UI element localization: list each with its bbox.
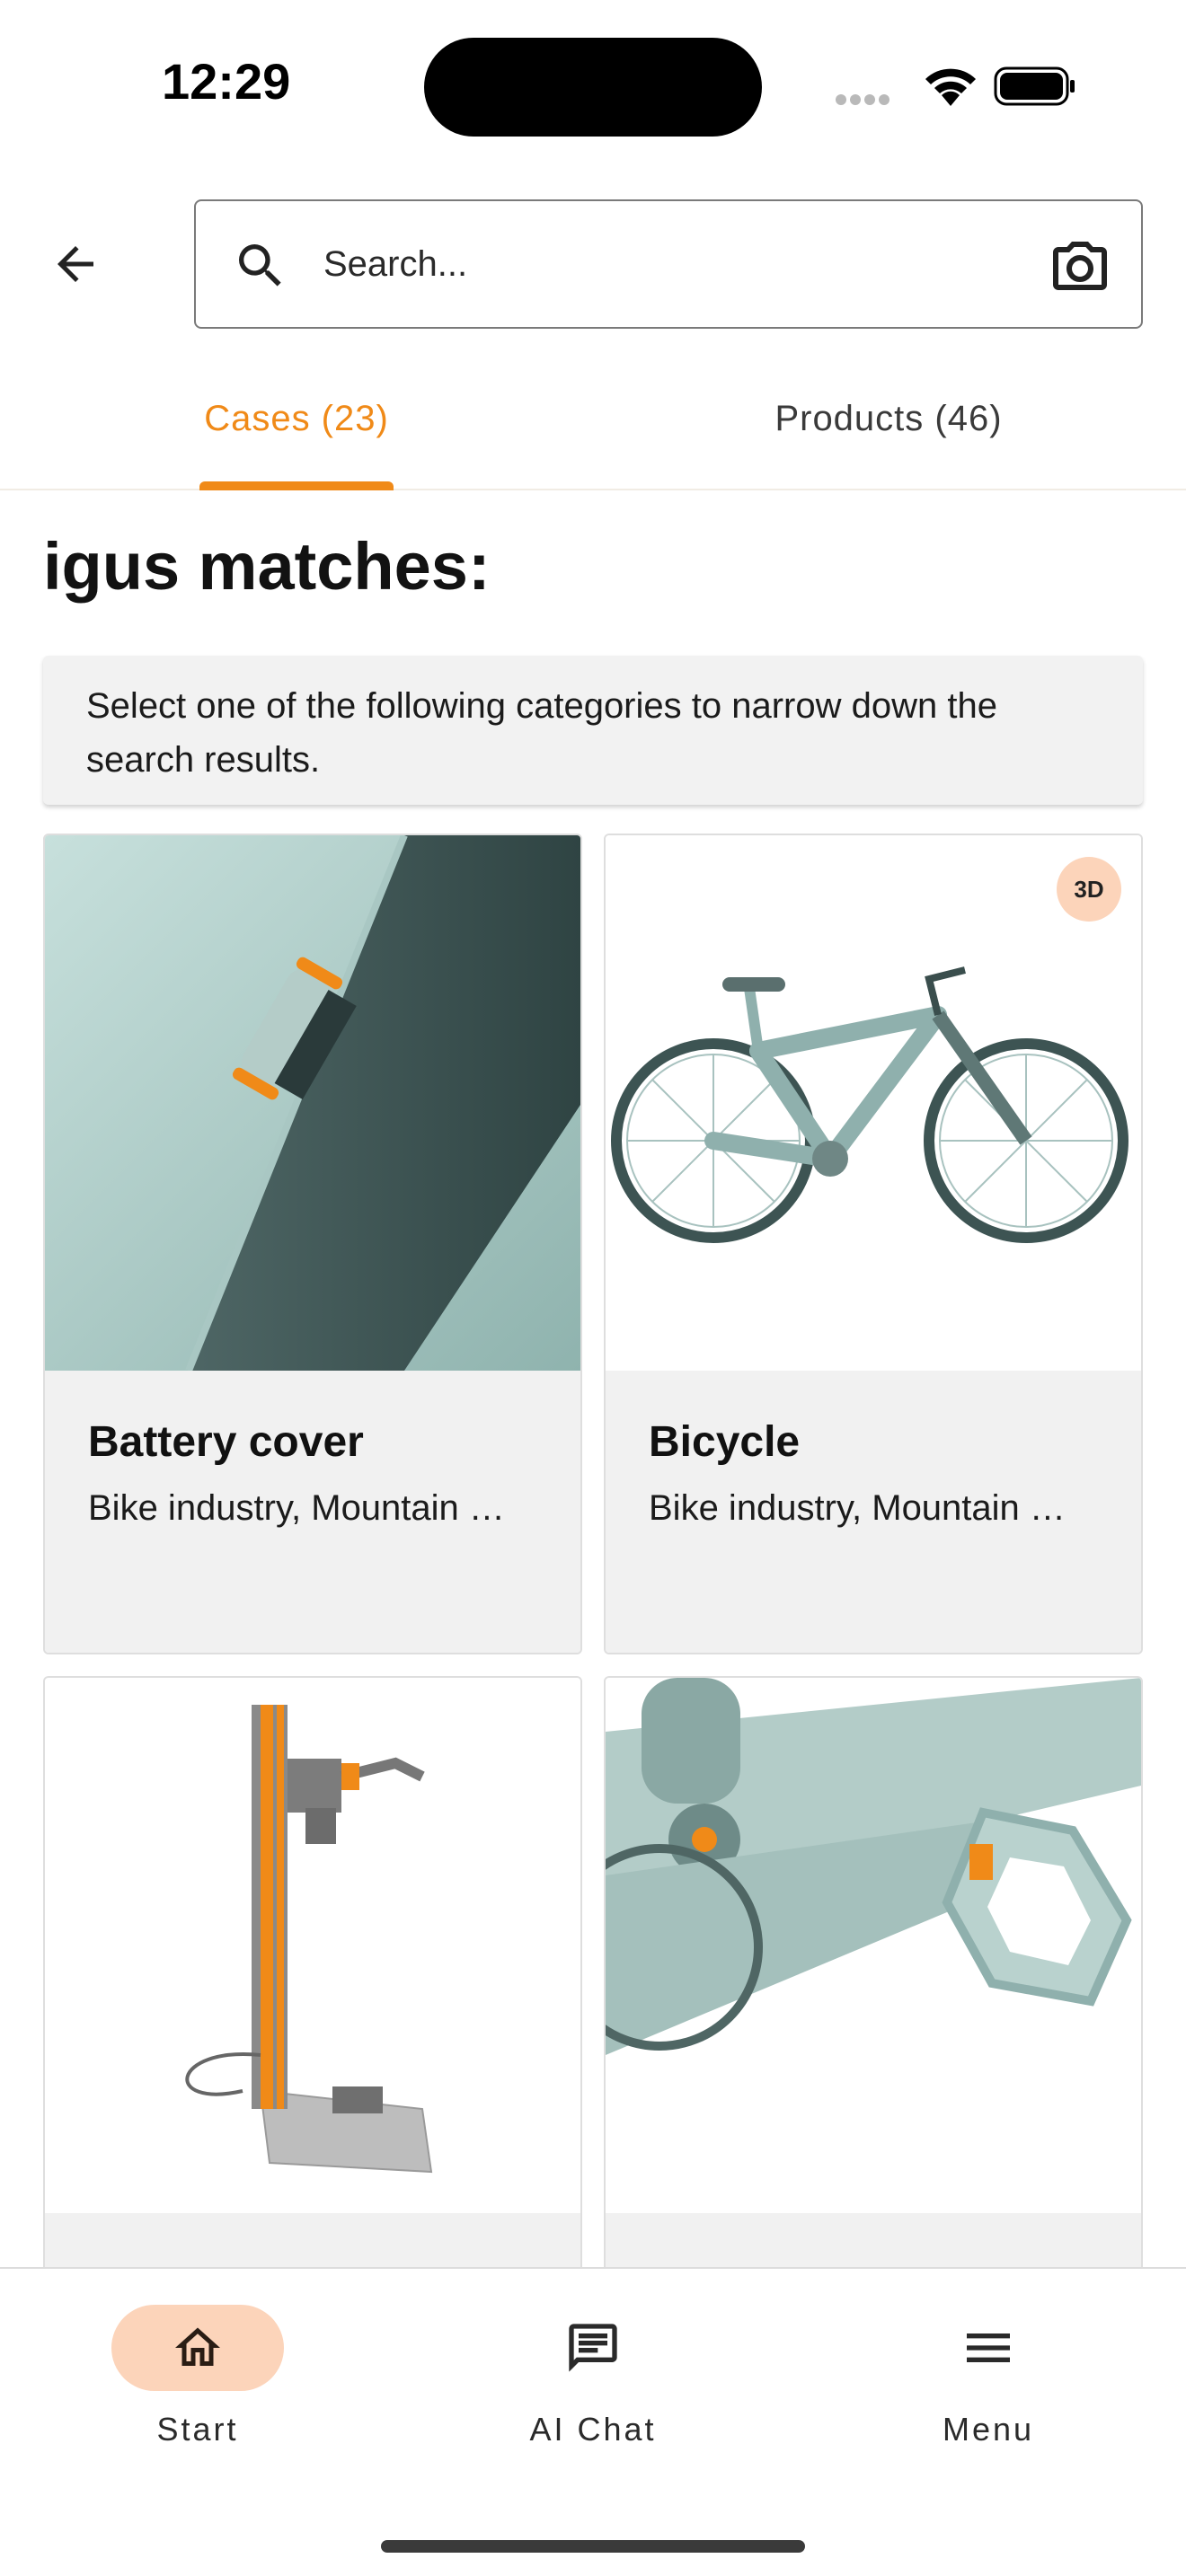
tab-cases-label: Cases (23) (204, 399, 389, 438)
battery-icon (994, 66, 1075, 106)
tab-products[interactable]: Products (46) (766, 368, 1012, 490)
nav-ai-chat-pill (507, 2305, 679, 2391)
nav-menu-label: Menu (942, 2411, 1035, 2448)
nav-ai-chat[interactable]: AI Chat (494, 2305, 692, 2484)
case-card-image (45, 835, 580, 1371)
case-card-battery-cover[interactable]: Battery cover Bike industry, Mountain … (43, 834, 582, 1654)
pedal-illustration (606, 1678, 1141, 2055)
nav-ai-chat-label: AI Chat (529, 2411, 657, 2448)
case-card-subtitle: Bike industry, Mountain … (649, 1488, 1066, 1528)
case-card-image: 3D (606, 835, 1141, 1371)
case-card-body: Bicycle Bike industry, Mountain … (606, 1371, 1141, 1653)
case-card-title: Battery cover (88, 1418, 364, 1466)
info-box: Select one of the following categories t… (43, 656, 1143, 805)
3d-badge: 3D (1057, 857, 1121, 922)
case-card-bike-stand[interactable] (43, 1676, 582, 2305)
back-button[interactable] (43, 232, 108, 296)
case-card-bicycle[interactable]: 3D Bicycle Bike industry, Mountain … (604, 834, 1143, 1654)
camera-icon[interactable] (1048, 234, 1112, 298)
nav-start-label: Start (156, 2411, 239, 2448)
tab-products-label: Products (46) (774, 399, 1003, 438)
cellular-signal-icon (836, 93, 898, 105)
arrow-left-icon (58, 246, 93, 282)
nav-menu-pill (902, 2305, 1075, 2391)
case-card-image (606, 1678, 1141, 2213)
case-card-subtitle: Bike industry, Mountain … (88, 1488, 505, 1528)
wifi-icon (925, 68, 976, 106)
nav-start-pill (111, 2305, 284, 2391)
tab-bar: Cases (23) Products (46) (0, 368, 1186, 490)
bike-stand-illustration (185, 1705, 433, 2174)
nav-start[interactable]: Start (99, 2305, 296, 2484)
tab-cases[interactable]: Cases (23) (199, 368, 394, 490)
case-card-image (45, 1678, 580, 2213)
dynamic-island (424, 38, 762, 137)
search-icon (239, 244, 281, 287)
case-card-title: Bicycle (649, 1418, 801, 1466)
home-icon (175, 2327, 220, 2366)
home-indicator[interactable] (381, 2540, 805, 2553)
status-icons (836, 61, 1078, 111)
page-title: igus matches: (43, 529, 491, 604)
bicycle-illustration (611, 966, 1128, 1243)
case-card-pedal[interactable] (604, 1676, 1143, 2305)
status-bar: 12:29 (0, 0, 1186, 171)
search-input[interactable] (323, 201, 1042, 327)
case-card-body: Battery cover Bike industry, Mountain … (45, 1371, 580, 1653)
status-time: 12:29 (162, 53, 291, 110)
tab-active-indicator (199, 481, 394, 490)
nav-menu[interactable]: Menu (890, 2305, 1087, 2484)
battery-cover-illustration (45, 835, 580, 1371)
chat-icon (569, 2324, 617, 2372)
search-box[interactable] (194, 199, 1143, 329)
menu-icon (967, 2333, 1010, 2362)
bottom-nav: Start AI Chat Menu (0, 2267, 1186, 2576)
